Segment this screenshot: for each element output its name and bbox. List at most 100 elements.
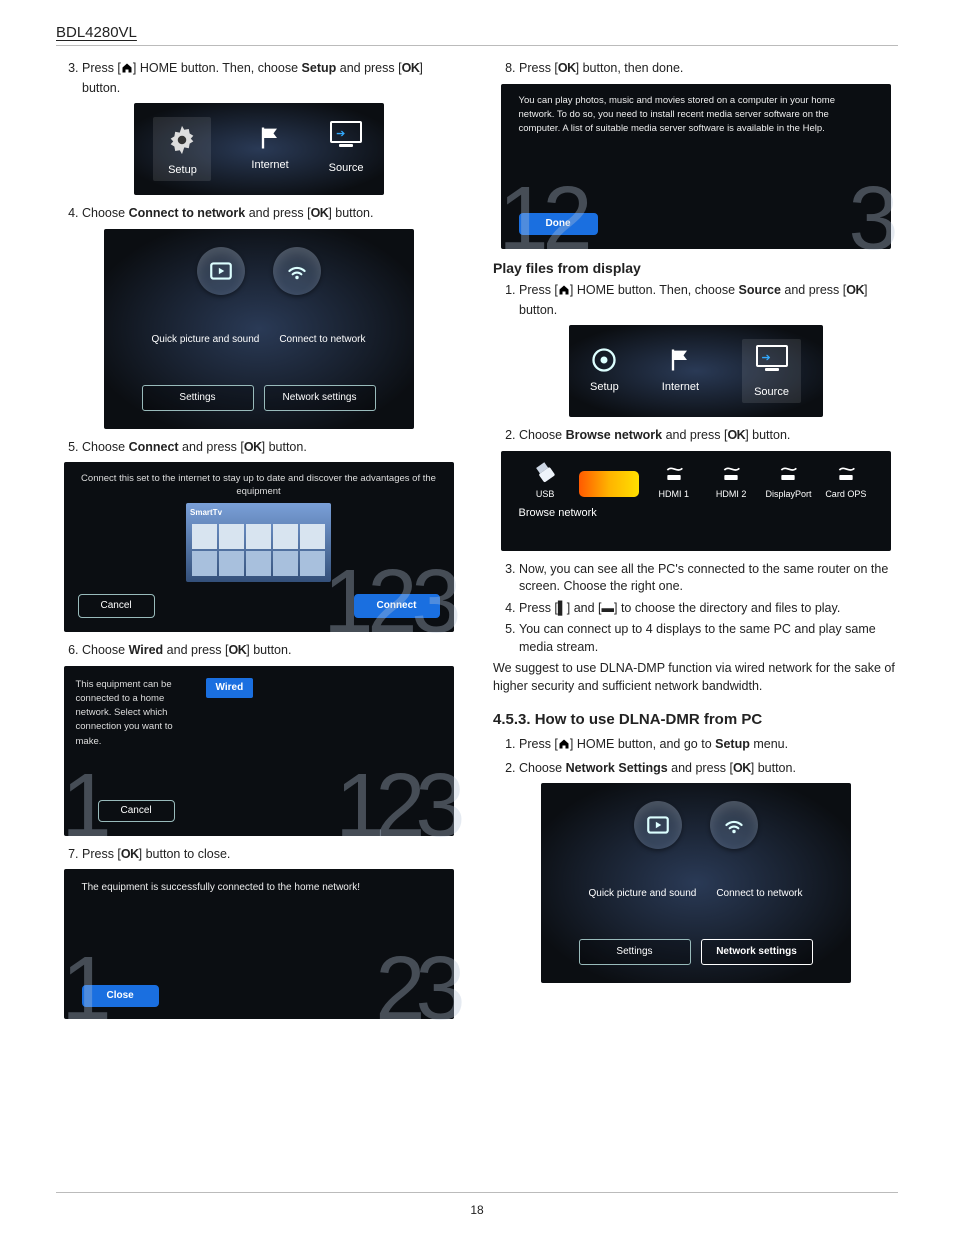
network-icon [579, 471, 639, 497]
pfd-step-2: Choose Browse network and press [OK] but… [519, 427, 898, 445]
step-7: Press [OK] button to close. [82, 846, 461, 864]
footer-rule [56, 1192, 898, 1193]
src-card-label: Card OPS [825, 488, 866, 501]
ok-icon: OK [727, 428, 745, 442]
screenshot-connect-to-network: Quick picture and sound Connect to netwo… [104, 229, 414, 429]
step-8: Press [OK] button, then done. [519, 60, 898, 78]
pill-network-settings[interactable]: Network settings [701, 939, 813, 965]
connect-prompt-text: Connect this set to the internet to stay… [78, 472, 440, 499]
ok-icon: OK [244, 440, 262, 454]
wifi-icon[interactable] [273, 247, 321, 295]
src-hdmi1[interactable]: HDMI 1 [645, 465, 702, 501]
label-qps: Quick picture and sound [151, 333, 259, 347]
screenshot-wired: This equipment can be connected to a hom… [64, 666, 454, 836]
media-icon[interactable] [197, 247, 245, 295]
left-column: Press [] HOME button. Then, choose Setup… [56, 56, 461, 1029]
tile-source[interactable]: ➔ Source [742, 339, 801, 402]
screenshot-connected: The equipment is successfully connected … [64, 869, 454, 1019]
page-number: 18 [0, 1203, 954, 1217]
tile-source[interactable]: ➔ Source [329, 121, 364, 176]
bg-number: 123 [335, 770, 455, 842]
src-usb-label: USB [536, 488, 555, 501]
tile-internet-label: Internet [251, 158, 288, 173]
step-6: Choose Wired and press [OK] button. [82, 642, 461, 660]
screenshot-network-settings: Quick picture and sound Connect to netwo… [541, 783, 851, 983]
src-hdmi2-label: HDMI 2 [716, 488, 747, 501]
wired-option[interactable]: Wired [206, 678, 254, 698]
tile-internet[interactable]: Internet [251, 124, 288, 173]
label-ctn: Connect to network [716, 887, 802, 901]
pill-network-settings[interactable]: Network settings [264, 385, 376, 411]
flag-icon [256, 124, 284, 152]
ok-icon: OK [121, 847, 139, 861]
ok-icon: OK [402, 61, 420, 75]
pfd-step-3: Now, you can see all the PC's connected … [519, 561, 898, 596]
cancel-button[interactable]: Cancel [98, 800, 175, 822]
tile-setup-label: Setup [168, 163, 197, 178]
pill-settings[interactable]: Settings [579, 939, 691, 965]
screenshot-setup-menu: Setup Internet ➔ Source [134, 103, 384, 195]
ok-icon: OK [733, 761, 751, 775]
pfd-step-4: Press [▌] and [▬] to choose the director… [519, 600, 898, 618]
label-qps: Quick picture and sound [588, 887, 696, 901]
dlna-note: We suggest to use DLNA-DMP function via … [493, 660, 898, 695]
done-msg: You can play photos, music and movies st… [519, 94, 873, 137]
ok-icon: OK [846, 283, 864, 297]
wifi-icon[interactable] [710, 801, 758, 849]
step-5: Choose Connect and press [OK] button. [82, 439, 461, 457]
media-icon[interactable] [634, 801, 682, 849]
label-ctn: Connect to network [279, 333, 365, 347]
tile-source-label: Source [329, 161, 364, 176]
step-3: Press [] HOME button. Then, choose Setup… [82, 60, 461, 97]
tile-internet-label: Internet [662, 380, 699, 395]
model-header: BDL4280VL [56, 24, 898, 46]
ok-icon: OK [558, 61, 576, 75]
src-usb[interactable]: USB [517, 459, 574, 501]
pfd-step-1: Press [] HOME button. Then, choose Sourc… [519, 282, 898, 319]
gear-icon [590, 346, 618, 374]
home-icon [121, 62, 133, 80]
src-dp-label: DisplayPort [765, 488, 811, 501]
src-displayport[interactable]: DisplayPort [760, 465, 817, 501]
dmr-step-1: Press [] HOME button, and go to Setup me… [519, 736, 898, 756]
screenshot-connect-prompt: Connect this set to the internet to stay… [64, 462, 454, 632]
smart-tv-preview: SmartTv [186, 503, 331, 582]
screenshot-source-list: USB HDMI 1 HDMI 2 [501, 451, 891, 551]
connect-button[interactable]: Connect [354, 594, 440, 618]
src-hdmi2[interactable]: HDMI 2 [702, 465, 759, 501]
hdmi-icon [833, 465, 859, 485]
connected-msg: The equipment is successfully connected … [82, 881, 436, 895]
src-card-ops[interactable]: Card OPS [817, 465, 874, 501]
src-browse-network[interactable] [574, 471, 645, 500]
screenshot-source-menu: Setup Internet ➔ Source [569, 325, 823, 417]
section-4-5-3: 4.5.3. How to use DLNA-DMR from PC [493, 709, 898, 730]
pfd-step-5: You can connect up to 4 displays to the … [519, 621, 898, 656]
hdmi-icon [661, 465, 687, 485]
ok-icon: OK [229, 643, 247, 657]
tile-setup[interactable]: Setup [590, 346, 619, 395]
tile-internet[interactable]: Internet [662, 346, 699, 395]
done-button[interactable]: Done [519, 213, 598, 235]
home-icon [558, 738, 570, 756]
monitor-icon: ➔ [330, 121, 362, 143]
play-files-heading: Play files from display [493, 259, 898, 279]
browse-network-caption: Browse network [519, 506, 881, 521]
home-icon [558, 284, 570, 302]
right-column: Press [OK] button, then done. You can pl… [493, 56, 898, 1029]
ok-icon: OK [311, 206, 329, 220]
monitor-icon: ➔ [756, 345, 788, 367]
step-4: Choose Connect to network and press [OK]… [82, 205, 461, 223]
flag-icon [666, 346, 694, 374]
tile-setup[interactable]: Setup [153, 117, 211, 180]
hdmi-icon [718, 465, 744, 485]
dmr-step-2: Choose Network Settings and press [OK] b… [519, 760, 898, 778]
usb-icon [530, 455, 561, 488]
hdmi-icon [775, 465, 801, 485]
screenshot-done: You can play photos, music and movies st… [501, 84, 891, 249]
stop-icon: ▬ [602, 601, 615, 615]
tile-setup-label: Setup [590, 380, 619, 395]
gear-icon [165, 123, 199, 157]
pill-settings[interactable]: Settings [142, 385, 254, 411]
cancel-button[interactable]: Cancel [78, 594, 155, 618]
close-button[interactable]: Close [82, 985, 159, 1007]
